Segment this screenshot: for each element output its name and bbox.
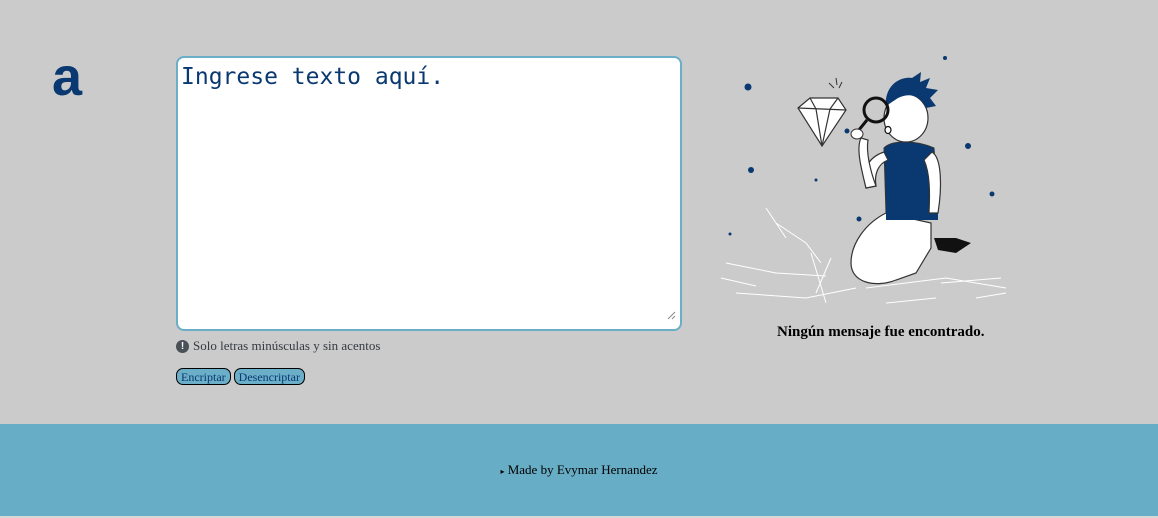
person-figure	[850, 72, 971, 285]
search-illustration	[720, 56, 1007, 304]
sparkle-lines	[828, 77, 843, 89]
action-buttons: Encriptar Desencriptar	[176, 368, 305, 385]
empty-result-title: Ningún mensaje fue encontrado.	[777, 324, 985, 340]
brand-logo[interactable]: a	[52, 50, 92, 104]
resize-grip-icon[interactable]	[667, 311, 676, 320]
play-icon: ▸	[500, 467, 505, 476]
page: a ! Solo letras minúsculas y sin acentos…	[0, 0, 1158, 518]
decrypt-button[interactable]: Desencriptar	[233, 368, 305, 385]
hint-text: Solo letras minúsculas y sin acentos	[193, 338, 381, 353]
info-circle-icon: !	[176, 339, 189, 353]
encrypt-button[interactable]: Encriptar	[176, 368, 231, 385]
main-section: a ! Solo letras minúsculas y sin acentos…	[0, 0, 1158, 424]
footer: ▸ Made by Evymar Hernandez	[0, 424, 1158, 516]
diamond-icon	[797, 97, 847, 148]
footer-credit: ▸ Made by Evymar Hernandez	[0, 462, 1158, 478]
input-hint: ! Solo letras minúsculas y sin acentos	[176, 338, 380, 354]
message-input[interactable]	[176, 56, 682, 331]
footer-credit-text: Made by Evymar Hernandez	[507, 462, 658, 477]
